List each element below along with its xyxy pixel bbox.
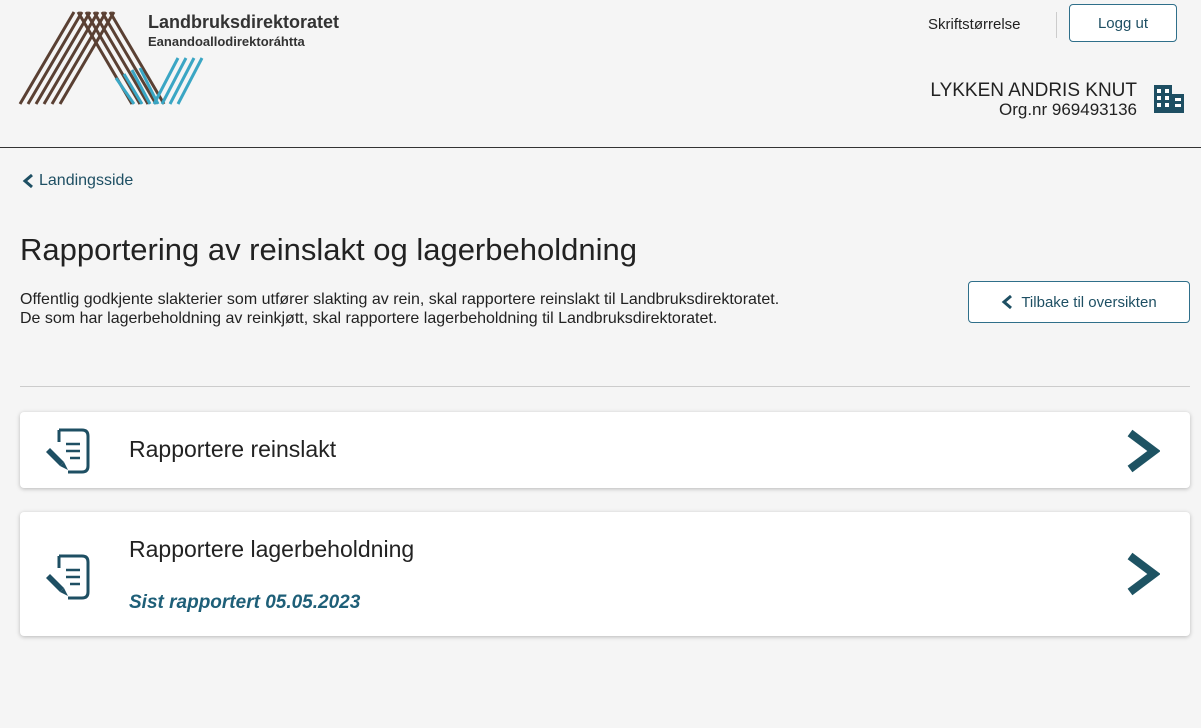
card-title: Rapportere lagerbeholdning <box>129 536 415 562</box>
chevron-left-icon <box>22 173 33 189</box>
font-size-link[interactable]: Skriftstørrelse <box>928 16 1021 33</box>
intro-text: Offentlig godkjente slakterier som utfør… <box>20 291 780 327</box>
logout-button[interactable]: Logg ut <box>1069 4 1177 42</box>
user-name: LYKKEN ANDRIS KNUT <box>930 80 1137 101</box>
back-link-label: Landingsside <box>39 172 134 189</box>
report-lagerbeholdning-card[interactable]: Rapportere lagerbeholdning Sist rapporte… <box>20 512 1190 636</box>
logo[interactable]: Landbruksdirektoratet Eanandoallodirekto… <box>18 0 378 110</box>
last-reported-date: Sist rapportert 05.05.2023 <box>129 592 361 613</box>
document-edit-icon <box>46 428 90 474</box>
org-number: Org.nr 969493136 <box>999 100 1137 119</box>
report-reinslakt-card[interactable]: Rapportere reinslakt <box>20 412 1190 488</box>
logo-name: Landbruksdirektoratet <box>148 12 340 32</box>
divider <box>20 386 1190 387</box>
logo-subtitle: Eanandoallodirektoráhtta <box>148 34 305 49</box>
breadcrumb-back-link[interactable]: Landingsside <box>22 172 133 190</box>
card-title: Rapportere reinslakt <box>129 436 337 462</box>
building-icon[interactable] <box>1152 82 1186 116</box>
chevron-left-icon <box>1002 294 1013 310</box>
header-separator <box>1056 12 1057 38</box>
chevron-right-icon <box>1127 552 1160 596</box>
page-title: Rapportering av reinslakt og lagerbehold… <box>20 232 637 267</box>
chevron-right-icon <box>1127 429 1160 473</box>
back-to-overview-label: Tilbake til oversikten <box>1021 293 1157 311</box>
back-to-overview-button[interactable]: Tilbake til oversikten <box>968 281 1190 323</box>
document-edit-icon <box>46 554 90 600</box>
site-header: Landbruksdirektoratet Eanandoallodirekto… <box>0 0 1201 148</box>
